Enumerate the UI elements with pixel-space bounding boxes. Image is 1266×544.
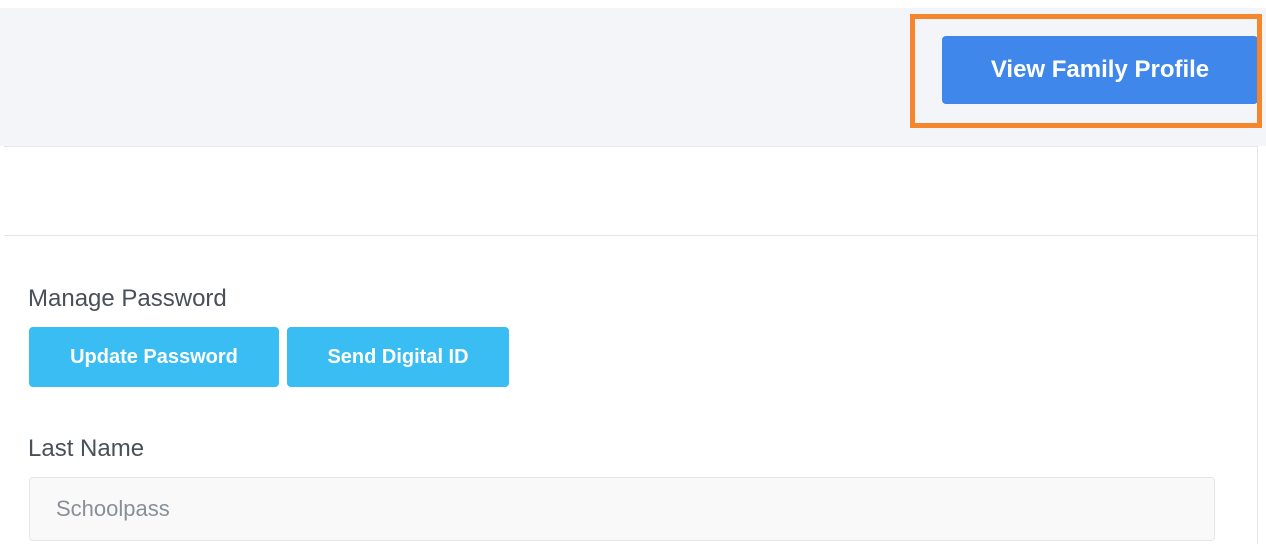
card-header <box>4 147 1257 236</box>
last-name-input[interactable] <box>29 477 1215 541</box>
update-password-button[interactable]: Update Password <box>29 327 279 387</box>
page: View Family Profile Manage Password Upda… <box>0 0 1266 544</box>
last-name-label: Last Name <box>28 435 145 462</box>
profile-card: Manage Password Update Password Send Dig… <box>4 146 1258 544</box>
view-family-profile-button[interactable]: View Family Profile <box>942 36 1258 104</box>
send-digital-id-button[interactable]: Send Digital ID <box>287 327 509 387</box>
top-strip <box>0 0 1266 8</box>
manage-password-label: Manage Password <box>28 285 227 312</box>
